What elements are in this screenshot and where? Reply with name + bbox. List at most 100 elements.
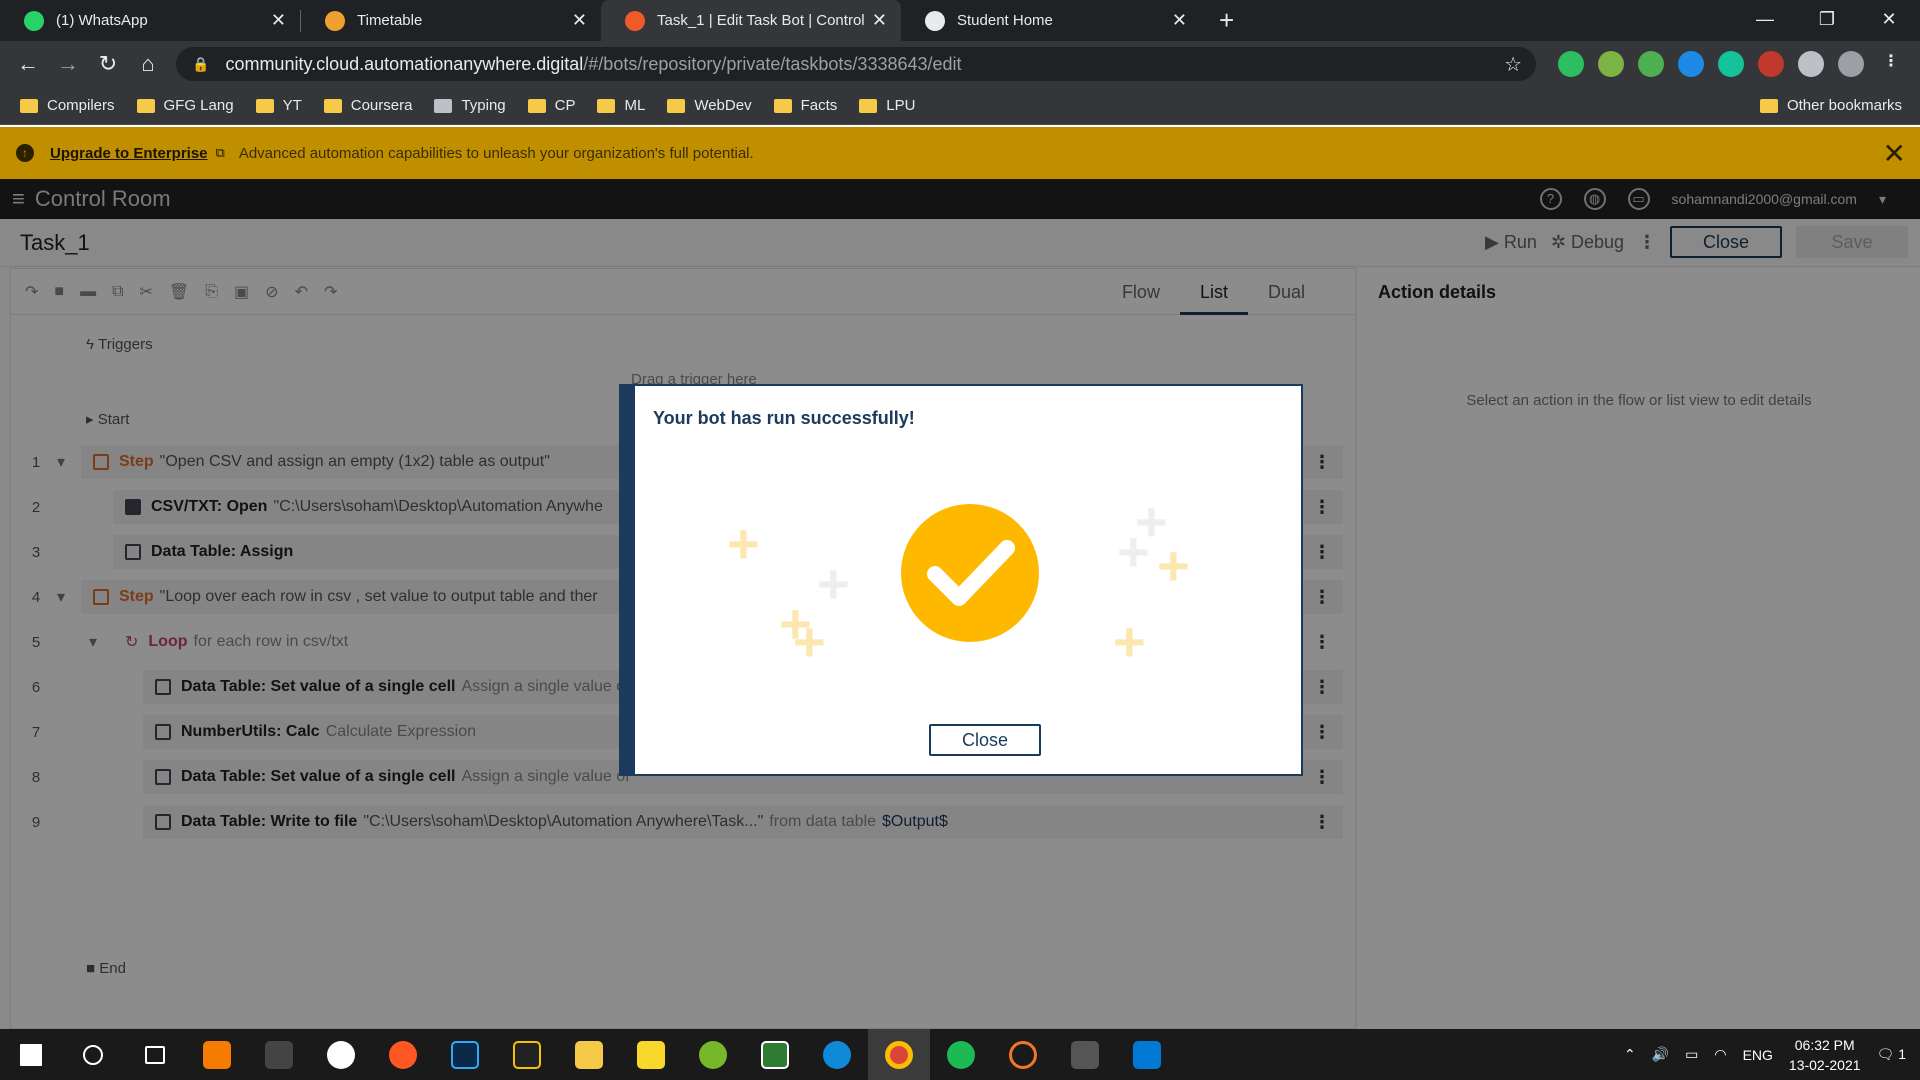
close-icon[interactable]: ✕ [572, 10, 587, 31]
globe-icon [925, 10, 945, 31]
taskbar-app[interactable] [186, 1029, 248, 1080]
window-controls: — ❐ ✕ [1734, 0, 1920, 41]
new-tab-button[interactable]: + [1219, 5, 1234, 36]
grammarly-icon[interactable] [1718, 51, 1744, 77]
banner-message: Advanced automation capabilities to unle… [238, 144, 754, 162]
search-app-icon [203, 1040, 231, 1069]
url-host: community.cloud.automationanywhere.digit… [225, 53, 584, 74]
battery-icon[interactable]: ▭ [1685, 1046, 1698, 1063]
clock[interactable]: 06:32 PM 13-02-2021 [1789, 1035, 1861, 1075]
address-bar[interactable]: 🔒 community.cloud.automationanywhere.dig… [176, 47, 1536, 81]
upgrade-link[interactable]: Upgrade to Enterprise [50, 145, 208, 162]
bookmark-label: Compilers [47, 97, 115, 114]
evernote-icon[interactable] [1558, 51, 1584, 77]
tab-task-editor[interactable]: Task_1 | Edit Task Bot | Control Ro ✕ [601, 0, 901, 41]
bookmark-webdev[interactable]: WebDev [667, 97, 752, 114]
taskbar-app[interactable] [992, 1029, 1054, 1080]
banner-close-icon[interactable]: ✕ [1883, 137, 1906, 170]
taskbar-app[interactable] [744, 1029, 806, 1080]
folder-icon [323, 98, 342, 113]
chrome-icon [885, 1040, 913, 1069]
bookmark-label: YT [282, 97, 302, 114]
dialog-close-button[interactable]: Close [929, 724, 1041, 756]
taskbar-app[interactable] [1054, 1029, 1116, 1080]
taskbar-app[interactable] [372, 1029, 434, 1080]
volume-icon[interactable]: 🔊 [1652, 1046, 1669, 1063]
close-icon[interactable]: ✕ [271, 10, 286, 31]
folder-icon [20, 98, 38, 113]
external-link-icon: ⧉ [215, 145, 225, 160]
system-tray: ⌃ 🔊 ▭ ◠ ENG 06:32 PM 13-02-2021 🗨 1 [1624, 1029, 1920, 1080]
bookmark-yt[interactable]: YT [255, 97, 302, 114]
bookmark-label: CP [554, 97, 576, 114]
bookmark-lpu[interactable]: LPU [859, 97, 915, 114]
start-button[interactable] [0, 1029, 62, 1080]
home-button[interactable]: ⌂ [128, 51, 168, 77]
language-indicator[interactable]: ENG [1743, 1047, 1773, 1063]
minimize-button[interactable]: — [1734, 0, 1796, 41]
windows-taskbar: ⌃ 🔊 ▭ ◠ ENG 06:32 PM 13-02-2021 🗨 1 [0, 1029, 1920, 1080]
tab-whatsapp[interactable]: (1) WhatsApp ✕ [0, 0, 300, 41]
app-icon [327, 1040, 355, 1069]
chevron-up-icon[interactable]: ⌃ [1624, 1046, 1636, 1063]
forward-button[interactable]: → [48, 51, 88, 77]
sparkle-icon: + [727, 512, 760, 575]
tab-timetable[interactable]: Timetable ✕ [301, 0, 601, 41]
taskbar-app[interactable] [248, 1029, 310, 1080]
tab-student-home[interactable]: Student Home ✕ [901, 0, 1201, 41]
bookmark-ml[interactable]: ML [597, 97, 645, 114]
lock-icon[interactable]: 🔒 [192, 56, 209, 73]
bookmark-label: WebDev [694, 97, 752, 114]
taskbar-app[interactable] [310, 1029, 372, 1080]
terminal-icon [1071, 1040, 1099, 1069]
close-icon[interactable]: ✕ [1172, 10, 1187, 31]
bookmark-typing[interactable]: Typing [434, 97, 506, 114]
clock-time: 06:32 PM [1794, 1036, 1855, 1053]
back-button[interactable]: ← [8, 51, 48, 77]
extension-icon[interactable] [1598, 51, 1624, 77]
bookmark-star-icon[interactable]: ☆ [1504, 52, 1522, 77]
taskbar-app[interactable] [620, 1029, 682, 1080]
taskbar-app[interactable] [434, 1029, 496, 1080]
puzzle-icon[interactable] [1798, 51, 1824, 77]
bookmark-coursera[interactable]: Coursera [323, 97, 413, 114]
bookmark-label: Typing [461, 97, 506, 114]
window-close-button[interactable]: ✕ [1858, 0, 1920, 41]
avatar[interactable] [1838, 51, 1864, 77]
reload-button[interactable]: ↻ [88, 51, 128, 77]
timetable-icon [325, 10, 345, 31]
folder-icon [667, 98, 686, 113]
taskbar-app[interactable] [558, 1029, 620, 1080]
notification-center-icon[interactable]: 🗨 1 [1877, 1046, 1906, 1063]
bookmark-cp[interactable]: CP [527, 97, 576, 114]
bookmark-facts[interactable]: Facts [773, 97, 837, 114]
bookmark-compilers[interactable]: Compilers [20, 97, 115, 114]
folder-icon [136, 98, 155, 113]
sparkle-icon: + [1113, 610, 1146, 673]
taskbar-app[interactable] [1116, 1029, 1178, 1080]
browser-toolbar: ← → ↻ ⌂ 🔒 community.cloud.automationanyw… [0, 41, 1920, 87]
extension-icon[interactable] [1758, 51, 1784, 77]
wifi-icon[interactable]: ◠ [1714, 1046, 1726, 1063]
bookmark-gfg-lang[interactable]: GFG Lang [136, 97, 234, 114]
file-explorer-icon [575, 1040, 603, 1069]
taskbar-app[interactable] [496, 1029, 558, 1080]
close-icon[interactable]: ✕ [872, 10, 887, 31]
folder-icon [1759, 98, 1778, 113]
extension-icon[interactable] [1638, 51, 1664, 77]
taskbar-app[interactable] [930, 1029, 992, 1080]
other-bookmarks[interactable]: Other bookmarks [1759, 97, 1902, 114]
checkmark-icon [927, 540, 1015, 606]
bookmark-label: Coursera [350, 97, 413, 114]
menu-kebab-icon[interactable]: ⋮ [1878, 51, 1904, 77]
taskbar-app[interactable] [682, 1029, 744, 1080]
search-icon [83, 1044, 103, 1065]
search-button[interactable] [62, 1029, 124, 1080]
taskbar-app[interactable] [806, 1029, 868, 1080]
restore-button[interactable]: ❐ [1796, 0, 1858, 41]
notion-icon [265, 1040, 293, 1069]
taskbar-app[interactable] [868, 1029, 930, 1080]
sparkle-icon: + [1117, 520, 1150, 583]
task-view-button[interactable] [124, 1029, 186, 1080]
extension-icon[interactable] [1678, 51, 1704, 77]
